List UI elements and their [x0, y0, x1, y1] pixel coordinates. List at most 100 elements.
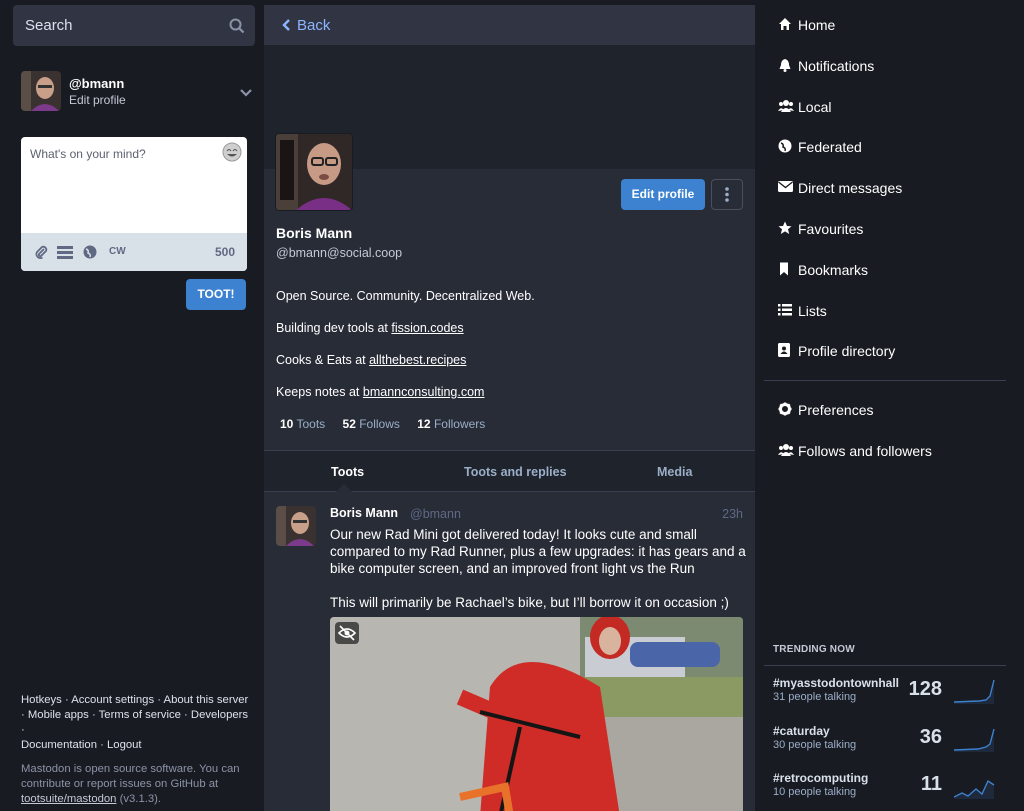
footer-links-line[interactable]: · Mobile apps · Terms of service · Devel…	[21, 708, 253, 738]
bio-text: Cooks & Eats at	[276, 353, 370, 367]
bio-line: Open Source. Community. Decentralized We…	[276, 289, 535, 303]
back-label: Back	[297, 17, 331, 34]
profile-bio: Open Source. Community. Decentralized We…	[276, 289, 736, 417]
bio-text: Building dev tools at	[276, 321, 392, 335]
bio-line: Building dev tools at fission.codes	[276, 321, 736, 353]
about-line: Mastodon is open source software. You ca…	[21, 763, 240, 775]
trend-hashtag[interactable]: #myasstodontownhall	[773, 676, 899, 690]
chevron-down-icon[interactable]	[239, 85, 253, 101]
bio-link-fission[interactable]: fission.codes	[391, 321, 463, 335]
account-handle[interactable]: @bmann	[69, 76, 124, 91]
nav-directory-label: Profile directory	[798, 343, 896, 359]
column-header: Back	[264, 5, 755, 45]
toots-count[interactable]: 10 Toots	[280, 417, 325, 431]
profile-counts: 10 Toots 52 Follows 12 Followers	[280, 417, 499, 431]
navigation-panel: Home Notifications Local Federated Direc…	[764, 5, 1006, 811]
trend-hashtag[interactable]: #retrocomputing	[773, 771, 868, 785]
trend-people-talking: 31 people talking	[773, 691, 857, 703]
avatar[interactable]	[21, 71, 61, 111]
hide-media-icon[interactable]	[335, 622, 359, 644]
left-column: Search @bmann Edit profile What's on you…	[13, 5, 255, 811]
nav-direct-label: Direct messages	[798, 180, 903, 196]
nav-favourites-label: Favourites	[798, 221, 864, 237]
edit-profile-link[interactable]: Edit profile	[69, 93, 126, 107]
status-item[interactable]: Boris Mann @bmann 23h Our new Rad Mini g…	[264, 492, 755, 811]
tab-toots-and-replies[interactable]: Toots and replies	[464, 465, 567, 479]
search-placeholder: Search	[25, 17, 73, 34]
followers-label: Followers	[433, 417, 486, 431]
status-paragraph: Our new Rad Mini got delivered today! It…	[330, 527, 746, 576]
compose-toolbar: CW 500	[21, 233, 247, 271]
about-line: contribute or report issues on GitHub at	[21, 778, 219, 790]
followers-count[interactable]: 12 Followers	[417, 417, 485, 431]
ellipsis-vertical-icon	[725, 187, 729, 202]
tab-media[interactable]: Media	[657, 465, 692, 479]
bio-line: Cooks & Eats at allthebest.recipes	[276, 353, 736, 385]
trend-count: 11	[920, 773, 942, 795]
attach-media-icon[interactable]	[34, 245, 48, 262]
nav-notifications-label: Notifications	[798, 58, 875, 74]
emoji-picker-icon[interactable]	[222, 142, 242, 165]
nav-preferences-label: Preferences	[798, 402, 874, 418]
more-options-button[interactable]	[711, 179, 743, 210]
profile-column: Back Edit profile Boris Mann @bmann@soci…	[264, 5, 755, 811]
nav-follows-label: Follows and followers	[798, 443, 932, 459]
status-media-image[interactable]	[330, 617, 743, 811]
profile-avatar[interactable]	[275, 133, 353, 211]
content-warning-toggle[interactable]: CW	[109, 246, 126, 257]
nav-federated-label: Federated	[798, 139, 862, 155]
footer: Hotkeys · Account settings · About this …	[21, 693, 253, 807]
status-display-name[interactable]: Boris Mann	[330, 506, 398, 520]
trend-people-talking: 10 people talking	[773, 786, 857, 798]
trend-count: 36	[919, 726, 942, 748]
list-icon	[778, 303, 794, 319]
bell-icon	[778, 58, 794, 74]
search-input[interactable]: Search	[13, 5, 255, 46]
nav-bookmarks-label: Bookmarks	[798, 262, 869, 278]
follows-count[interactable]: 52 Follows	[343, 417, 400, 431]
status-account[interactable]: @bmann	[410, 507, 461, 521]
toots-label: Toots	[296, 417, 326, 431]
footer-links-line[interactable]: Hotkeys · Account settings · About this …	[21, 693, 253, 708]
follows-number: 52	[342, 417, 356, 431]
about-line: tootsuite/mastodon (v3.1.3).	[21, 792, 253, 807]
status-timestamp[interactable]: 23h	[722, 507, 743, 521]
poll-icon[interactable]	[57, 245, 73, 262]
version-text: (v3.1.3).	[116, 793, 162, 805]
trend-item[interactable]: #retrocomputing 10 people talking 11	[764, 771, 1006, 811]
bio-link-consulting[interactable]: bmannconsulting.com	[363, 385, 485, 399]
toot-button[interactable]: TOOT!	[186, 279, 246, 310]
profile-name: Boris Mann	[276, 225, 353, 241]
bio-link-recipes[interactable]: allthebest.recipes	[369, 353, 466, 367]
nav-lists-label: Lists	[798, 303, 827, 319]
users-icon	[778, 99, 794, 115]
bio-text: Keeps notes at	[276, 385, 363, 399]
footer-links-line[interactable]: Documentation · Logout	[21, 738, 253, 753]
trend-sparkline	[954, 679, 995, 704]
account-header: @bmann Edit profile	[21, 71, 253, 117]
edit-profile-button[interactable]: Edit profile	[621, 179, 705, 210]
trend-item[interactable]: #myasstodontownhall 31 people talking 12…	[764, 676, 1006, 724]
compose-textarea[interactable]: What's on your mind?	[30, 147, 146, 161]
trending-heading: TRENDING NOW	[773, 644, 855, 655]
footer-links[interactable]: Hotkeys · Account settings · About this …	[21, 693, 253, 753]
gear-icon	[778, 402, 794, 418]
nav-home-label: Home	[798, 17, 836, 33]
about-text: Mastodon is open source software. You ca…	[21, 762, 253, 807]
trend-count: 128	[908, 678, 942, 700]
globe-icon[interactable]	[83, 245, 97, 262]
globe-icon	[778, 139, 794, 155]
trend-hashtag[interactable]: #caturday	[773, 724, 830, 738]
toots-number: 10	[280, 417, 294, 431]
users-icon	[778, 443, 794, 459]
tab-toots[interactable]: Toots	[331, 465, 364, 479]
status-content: Our new Rad Mini got delivered today! It…	[330, 526, 750, 628]
repo-link[interactable]: tootsuite/mastodon	[21, 793, 116, 805]
status-avatar[interactable]	[276, 506, 316, 546]
address-book-icon	[778, 343, 794, 359]
trend-item[interactable]: #caturday 30 people talking 36	[764, 724, 1006, 772]
nav-divider	[764, 380, 1006, 381]
search-icon[interactable]	[229, 18, 245, 37]
back-button[interactable]: Back	[281, 17, 330, 34]
active-tab-indicator	[336, 484, 352, 492]
